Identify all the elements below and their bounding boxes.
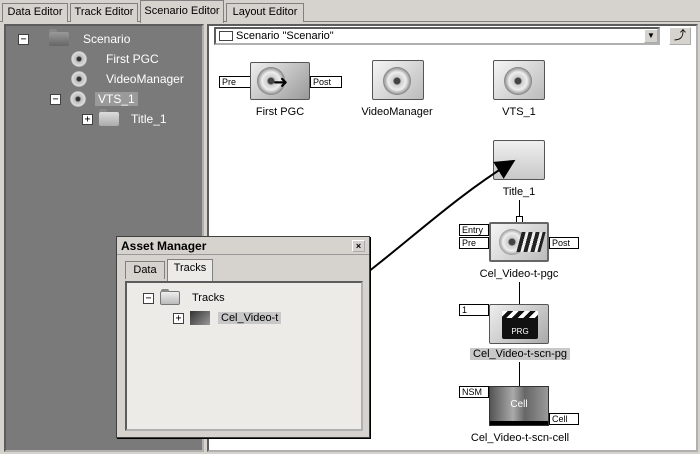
- tree-item-label: Tracks: [192, 292, 225, 304]
- asset-manager-dialog[interactable]: Asset Manager × Data Tracks − Tracks + C…: [116, 236, 370, 438]
- close-icon[interactable]: ×: [352, 240, 365, 252]
- tab-data[interactable]: Data: [125, 261, 165, 279]
- tree-item-label: Cel_Video-t: [218, 312, 282, 324]
- expand-icon[interactable]: +: [173, 312, 184, 324]
- tree-item-tracks[interactable]: − Tracks: [143, 289, 225, 307]
- tab-tracks[interactable]: Tracks: [167, 259, 213, 281]
- tracks-tree: − Tracks + Cel_Video-t: [125, 281, 363, 431]
- folder-icon: [160, 289, 180, 305]
- video-track-icon: [190, 311, 210, 325]
- tree-item-cel-video[interactable]: + Cel_Video-t: [173, 309, 282, 327]
- tab-scenario-editor[interactable]: Scenario Editor: [140, 0, 224, 23]
- dialog-title: Asset Manager: [121, 239, 207, 253]
- dialog-title-bar[interactable]: Asset Manager ×: [117, 237, 369, 255]
- collapse-icon[interactable]: −: [143, 292, 154, 304]
